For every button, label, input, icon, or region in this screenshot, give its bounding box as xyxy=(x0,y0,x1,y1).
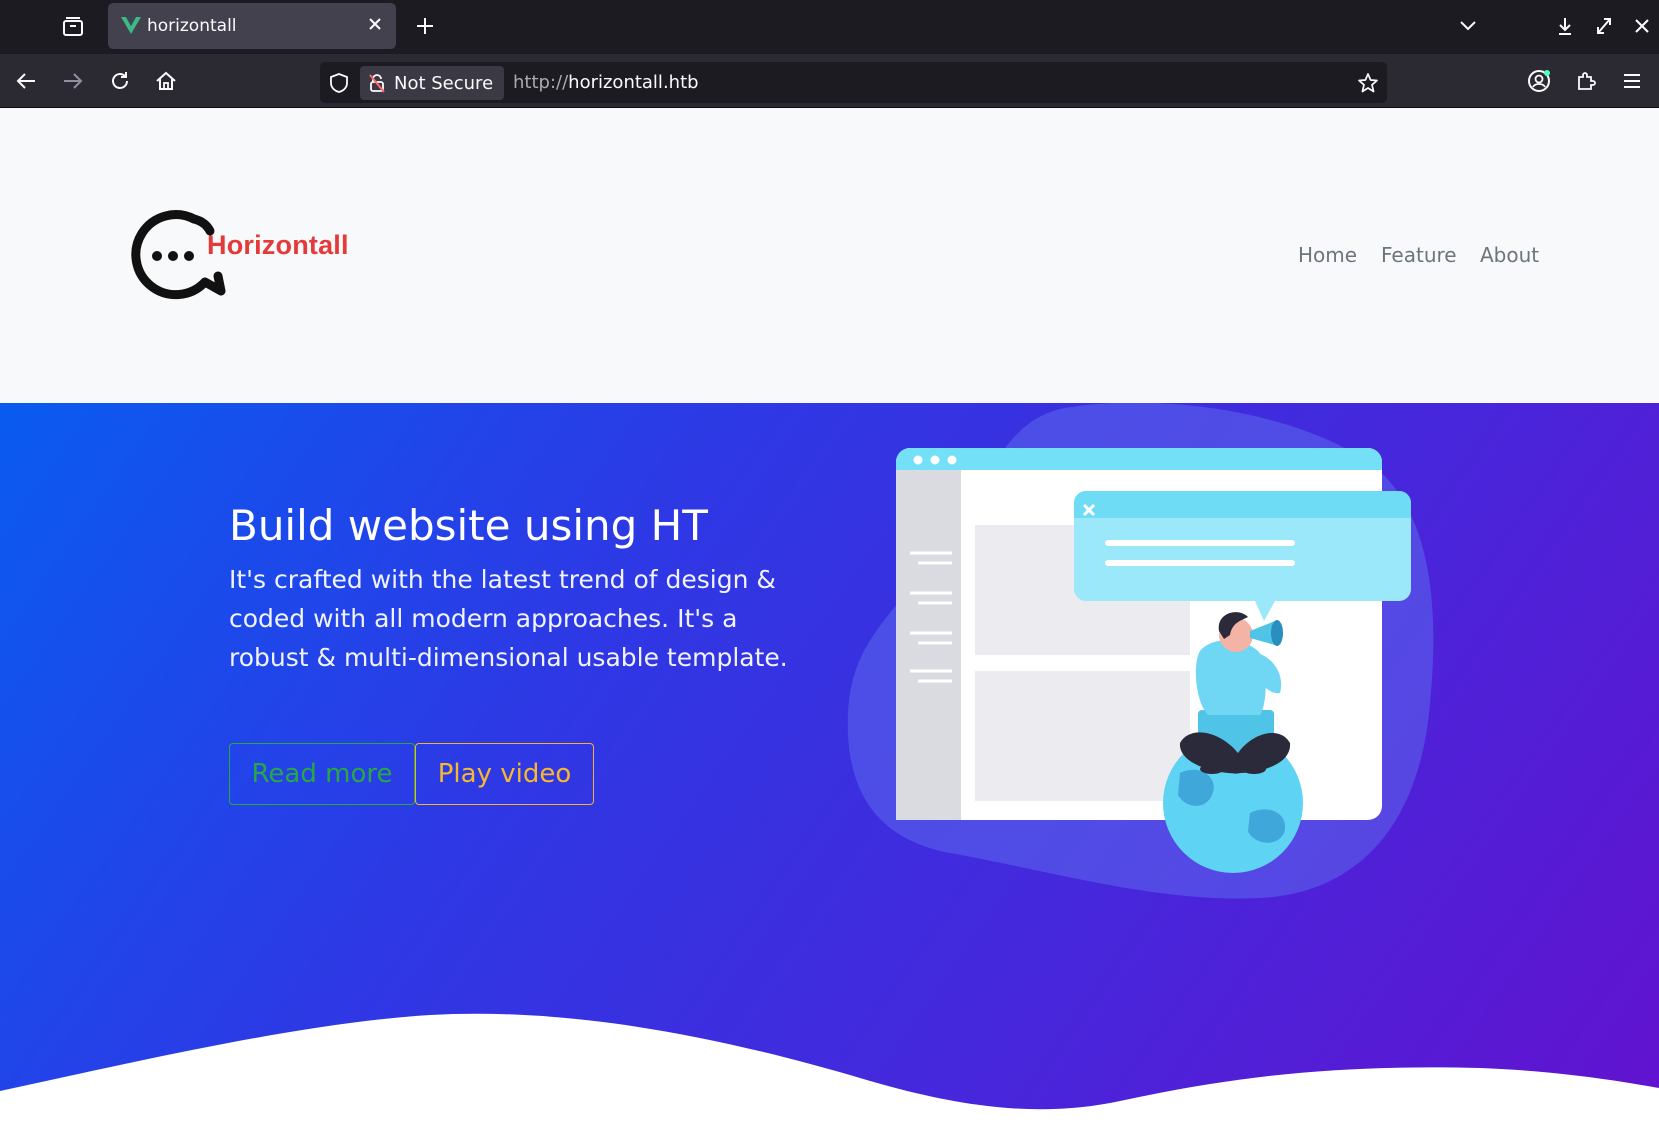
vue-favicon-icon xyxy=(121,17,141,34)
tab-close-icon[interactable] xyxy=(366,15,384,33)
nav-home-text[interactable]: Home xyxy=(1298,243,1357,267)
extensions-icon[interactable] xyxy=(1573,68,1599,94)
web-page: Horizontall Home Feature About Build web… xyxy=(0,108,1659,1125)
home-icon[interactable] xyxy=(153,68,179,94)
list-all-tabs-icon[interactable] xyxy=(1456,14,1480,38)
browser-tab-bar: horizontall xyxy=(0,0,1659,54)
account-icon[interactable] xyxy=(1526,68,1552,94)
not-secure-label: Not Secure xyxy=(394,73,494,94)
download-icon[interactable] xyxy=(1554,14,1576,38)
forward-icon[interactable] xyxy=(60,68,86,94)
tab-title: horizontall xyxy=(147,16,237,36)
back-icon[interactable] xyxy=(13,68,39,94)
new-tab-icon[interactable] xyxy=(414,15,436,37)
hero-title: Build website using HT xyxy=(229,501,708,550)
url-text[interactable]: http://horizontall.htb xyxy=(513,72,699,93)
url-bar[interactable]: Not Secure http://horizontall.htb xyxy=(320,62,1387,103)
nav-about-text[interactable]: About xyxy=(1480,243,1539,267)
nav-home-link[interactable]: Home xyxy=(1298,243,1357,267)
hero-section: Build website using HT It's crafted with… xyxy=(0,403,1659,1125)
insecure-lock-icon xyxy=(369,74,385,93)
tab-overview-icon[interactable] xyxy=(58,13,88,41)
hero-description: It's crafted with the latest trend of de… xyxy=(229,565,788,672)
bookmark-star-icon[interactable] xyxy=(1357,72,1379,94)
not-secure-indicator[interactable]: Not Secure xyxy=(360,66,504,100)
nav-feature-text[interactable]: Feature xyxy=(1381,243,1457,267)
site-header: Horizontall Home Feature About xyxy=(0,108,1659,403)
app-menu-icon[interactable] xyxy=(1619,68,1645,94)
browser-tab[interactable]: horizontall xyxy=(108,3,396,49)
fullscreen-icon[interactable] xyxy=(1593,14,1615,38)
window-close-icon[interactable] xyxy=(1632,14,1652,38)
reload-icon[interactable] xyxy=(107,68,133,94)
tracking-protection-shield-icon[interactable] xyxy=(328,72,350,94)
browser-toolbar: Not Secure http://horizontall.htb xyxy=(0,54,1659,108)
hero-wave-divider xyxy=(0,1013,1659,1125)
nav-feature-link[interactable]: Feature xyxy=(1381,243,1457,267)
read-more-button[interactable]: Read more xyxy=(229,743,415,805)
nav-about-link[interactable]: About xyxy=(1480,243,1539,267)
brand-name[interactable]: Horizontall xyxy=(207,230,349,261)
play-video-button[interactable]: Play video xyxy=(415,743,594,805)
hero-illustration xyxy=(847,403,1434,899)
